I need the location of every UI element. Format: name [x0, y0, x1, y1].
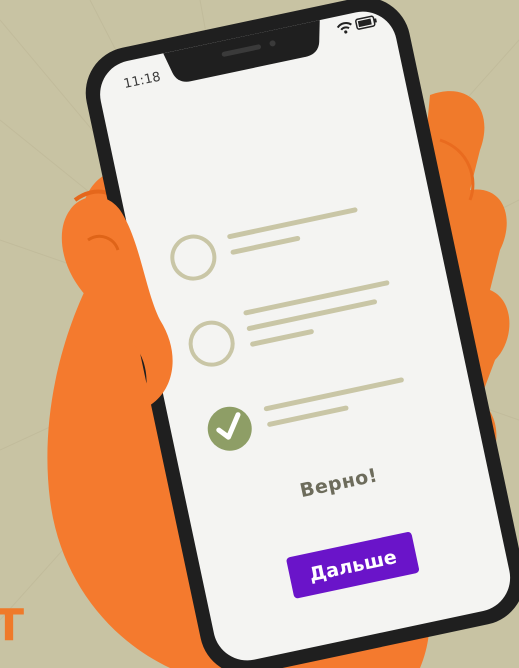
- brand-letter: T: [0, 600, 24, 651]
- scene: T 11:18 Верно! Дальше: [0, 0, 519, 668]
